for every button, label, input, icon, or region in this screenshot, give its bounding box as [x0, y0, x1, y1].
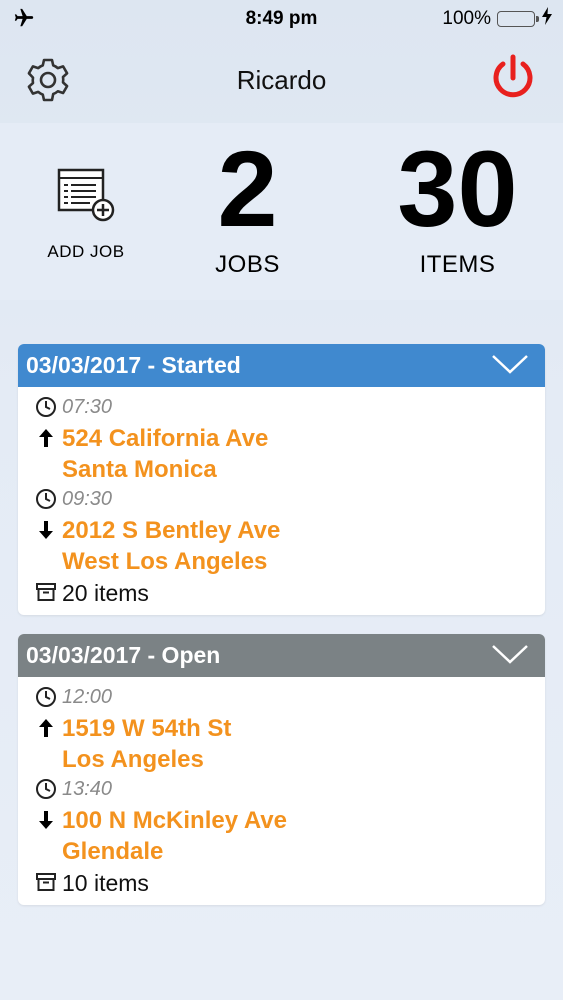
logout-button[interactable]	[487, 52, 539, 104]
add-document-icon	[57, 168, 115, 222]
charging-icon	[541, 7, 553, 31]
stats-panel: ADD JOB 2 JOBS 30 ITEMS	[0, 123, 563, 300]
clock-icon	[30, 775, 62, 800]
gear-icon	[27, 58, 69, 102]
job-card-header[interactable]: 03/03/2017 - Started	[18, 344, 545, 387]
box-icon	[30, 867, 62, 891]
dropoff-time: 13:40	[62, 778, 113, 800]
chevron-down-icon[interactable]	[491, 352, 529, 376]
settings-button[interactable]	[24, 56, 72, 104]
clock-icon	[30, 683, 62, 708]
battery-percent: 100%	[442, 8, 491, 29]
items-stat: 30 ITEMS	[360, 135, 555, 279]
job-card-header[interactable]: 03/03/2017 - Open	[18, 634, 545, 677]
job-title: 03/03/2017 - Started	[26, 352, 241, 378]
power-icon	[493, 54, 533, 98]
pickup-time: 07:30	[62, 396, 113, 418]
item-count: 20 items	[62, 580, 149, 606]
add-job-label: ADD JOB	[47, 242, 125, 261]
jobs-label: JOBS	[215, 251, 280, 278]
status-time: 8:49 pm	[245, 8, 318, 29]
nav-bar: Ricardo	[0, 38, 563, 123]
clock-icon	[30, 393, 62, 418]
pickup-time: 12:00	[62, 686, 113, 708]
pickup-street: 1519 W 54th St	[62, 715, 232, 742]
arrow-up-icon	[30, 423, 62, 447]
job-card[interactable]: 03/03/2017 - Started 07:30 524 Californi…	[18, 344, 545, 615]
airplane-icon	[12, 7, 36, 35]
jobs-stat: 2 JOBS	[170, 135, 325, 279]
items-count: 30	[397, 128, 518, 249]
dropoff-street: 2012 S Bentley Ave	[62, 517, 281, 544]
dropoff-time: 09:30	[62, 488, 113, 510]
job-title: 03/03/2017 - Open	[26, 642, 221, 668]
chevron-down-icon[interactable]	[491, 642, 529, 666]
status-bar: 8:49 pm 100%	[0, 0, 563, 38]
clock-icon	[30, 485, 62, 510]
item-count: 10 items	[62, 870, 149, 896]
arrow-down-icon	[30, 805, 62, 829]
page-title: Ricardo	[236, 65, 327, 95]
add-job-button[interactable]: ADD JOB	[36, 167, 136, 262]
job-card[interactable]: 03/03/2017 - Open 12:00 1519 W 54th St L…	[18, 634, 545, 905]
dropoff-city: Glendale	[62, 838, 164, 865]
box-icon	[30, 577, 62, 601]
items-label: ITEMS	[419, 251, 496, 278]
battery-icon	[497, 11, 539, 27]
pickup-city: Santa Monica	[62, 456, 217, 483]
dropoff-street: 100 N McKinley Ave	[62, 807, 287, 834]
arrow-down-icon	[30, 515, 62, 539]
pickup-street: 524 California Ave	[62, 425, 269, 452]
jobs-count: 2	[217, 128, 278, 249]
arrow-up-icon	[30, 713, 62, 737]
pickup-city: Los Angeles	[62, 746, 204, 773]
dropoff-city: West Los Angeles	[62, 548, 268, 575]
